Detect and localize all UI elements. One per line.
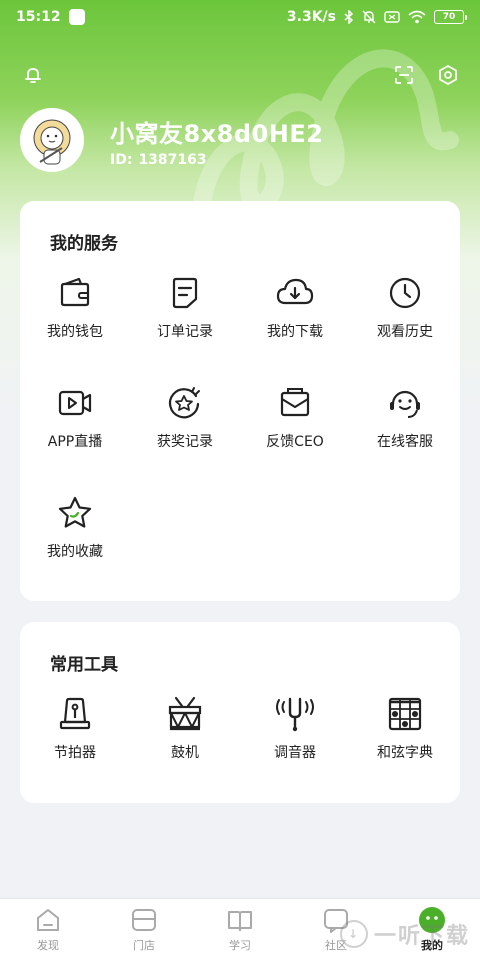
tool-label: 调音器 [274,745,316,761]
username: 小窝友8x8d0HE2 [110,120,324,148]
favorite-icon [55,493,95,533]
nav-study[interactable]: 学习 [192,899,288,960]
nav-label: 学习 [229,938,251,952]
order-icon [165,273,205,313]
tool-metronome[interactable]: 节拍器 [20,694,130,762]
live-icon [55,383,95,423]
feedback-icon [275,383,315,423]
tuner-icon [275,694,315,734]
service-wallet[interactable]: 我的钱包 [20,273,130,341]
scan-icon[interactable] [391,62,417,88]
battery-icon: 70 [434,10,467,24]
nav-discover[interactable]: 发现 [0,899,96,960]
tool-drum[interactable]: 鼓机 [130,694,240,762]
discover-icon [33,907,63,933]
award-icon [165,383,205,423]
wallet-icon [55,273,95,313]
user-id-value: 1387163 [138,152,207,168]
bluetooth-icon [344,10,354,24]
header-actions [0,62,480,92]
service-label: APP直播 [47,434,103,450]
status-bar: 15:12 3.3K/s 70 [0,0,480,34]
service-label: 订单记录 [157,324,213,340]
status-time: 15:12 [16,9,61,25]
tool-label: 节拍器 [54,745,96,761]
service-feedback[interactable]: 反馈CEO [240,383,350,451]
wifi-icon [408,10,426,24]
user-id-label: ID: [110,152,133,168]
store-icon [129,907,159,933]
nav-label: 门店 [133,938,155,952]
metronome-icon [55,694,95,734]
watermark-logo-icon: ↓ [339,920,368,948]
battery-level: 70 [442,12,456,22]
support-icon [385,383,425,423]
service-label: 我的下载 [267,324,323,340]
tools-card: 常用工具 节拍器 鼓机 调音器 和弦字典 [20,622,460,803]
app-notification-icon [68,9,85,25]
chord-icon [385,694,425,734]
service-awards[interactable]: 获奖记录 [130,383,240,451]
watermark: ↓ 一听下载 [339,918,470,950]
tool-label: 和弦字典 [377,745,433,761]
lion-avatar-icon [33,119,71,165]
nav-store[interactable]: 门店 [96,899,192,960]
service-label: 我的收藏 [47,544,103,560]
user-id: ID: 1387163 [110,152,207,168]
service-label: 在线客服 [377,434,433,450]
service-label: 获奖记录 [157,434,213,450]
service-favorites[interactable]: 我的收藏 [20,493,130,561]
study-icon [225,907,255,933]
service-history[interactable]: 观看历史 [350,273,460,341]
network-speed: 3.3K/s [286,9,336,25]
tools-title: 常用工具 [50,655,118,675]
download-icon [275,273,315,313]
service-support[interactable]: 在线客服 [350,383,460,451]
mute-icon [362,10,376,24]
nav-label: 发现 [37,938,59,952]
avatar[interactable] [20,108,84,172]
services-title: 我的服务 [50,234,118,254]
settings-icon[interactable] [435,62,461,88]
bell-icon[interactable] [20,62,46,88]
services-card: 我的服务 我的钱包 订单记录 我的下载 观看历史 APP直播 获奖记录 反馈CE… [20,201,460,601]
tool-chord-dictionary[interactable]: 和弦字典 [350,694,460,762]
sim-icon [384,11,400,23]
drum-icon [165,694,205,734]
tool-tuner[interactable]: 调音器 [240,694,350,762]
tool-label: 鼓机 [171,745,199,761]
watermark-text: 一听下载 [373,924,470,949]
service-label: 观看历史 [377,324,433,340]
service-label: 反馈CEO [266,434,324,450]
service-label: 我的钱包 [47,324,103,340]
service-downloads[interactable]: 我的下载 [240,273,350,341]
history-icon [385,273,425,313]
service-orders[interactable]: 订单记录 [130,273,240,341]
service-live[interactable]: APP直播 [20,383,130,451]
